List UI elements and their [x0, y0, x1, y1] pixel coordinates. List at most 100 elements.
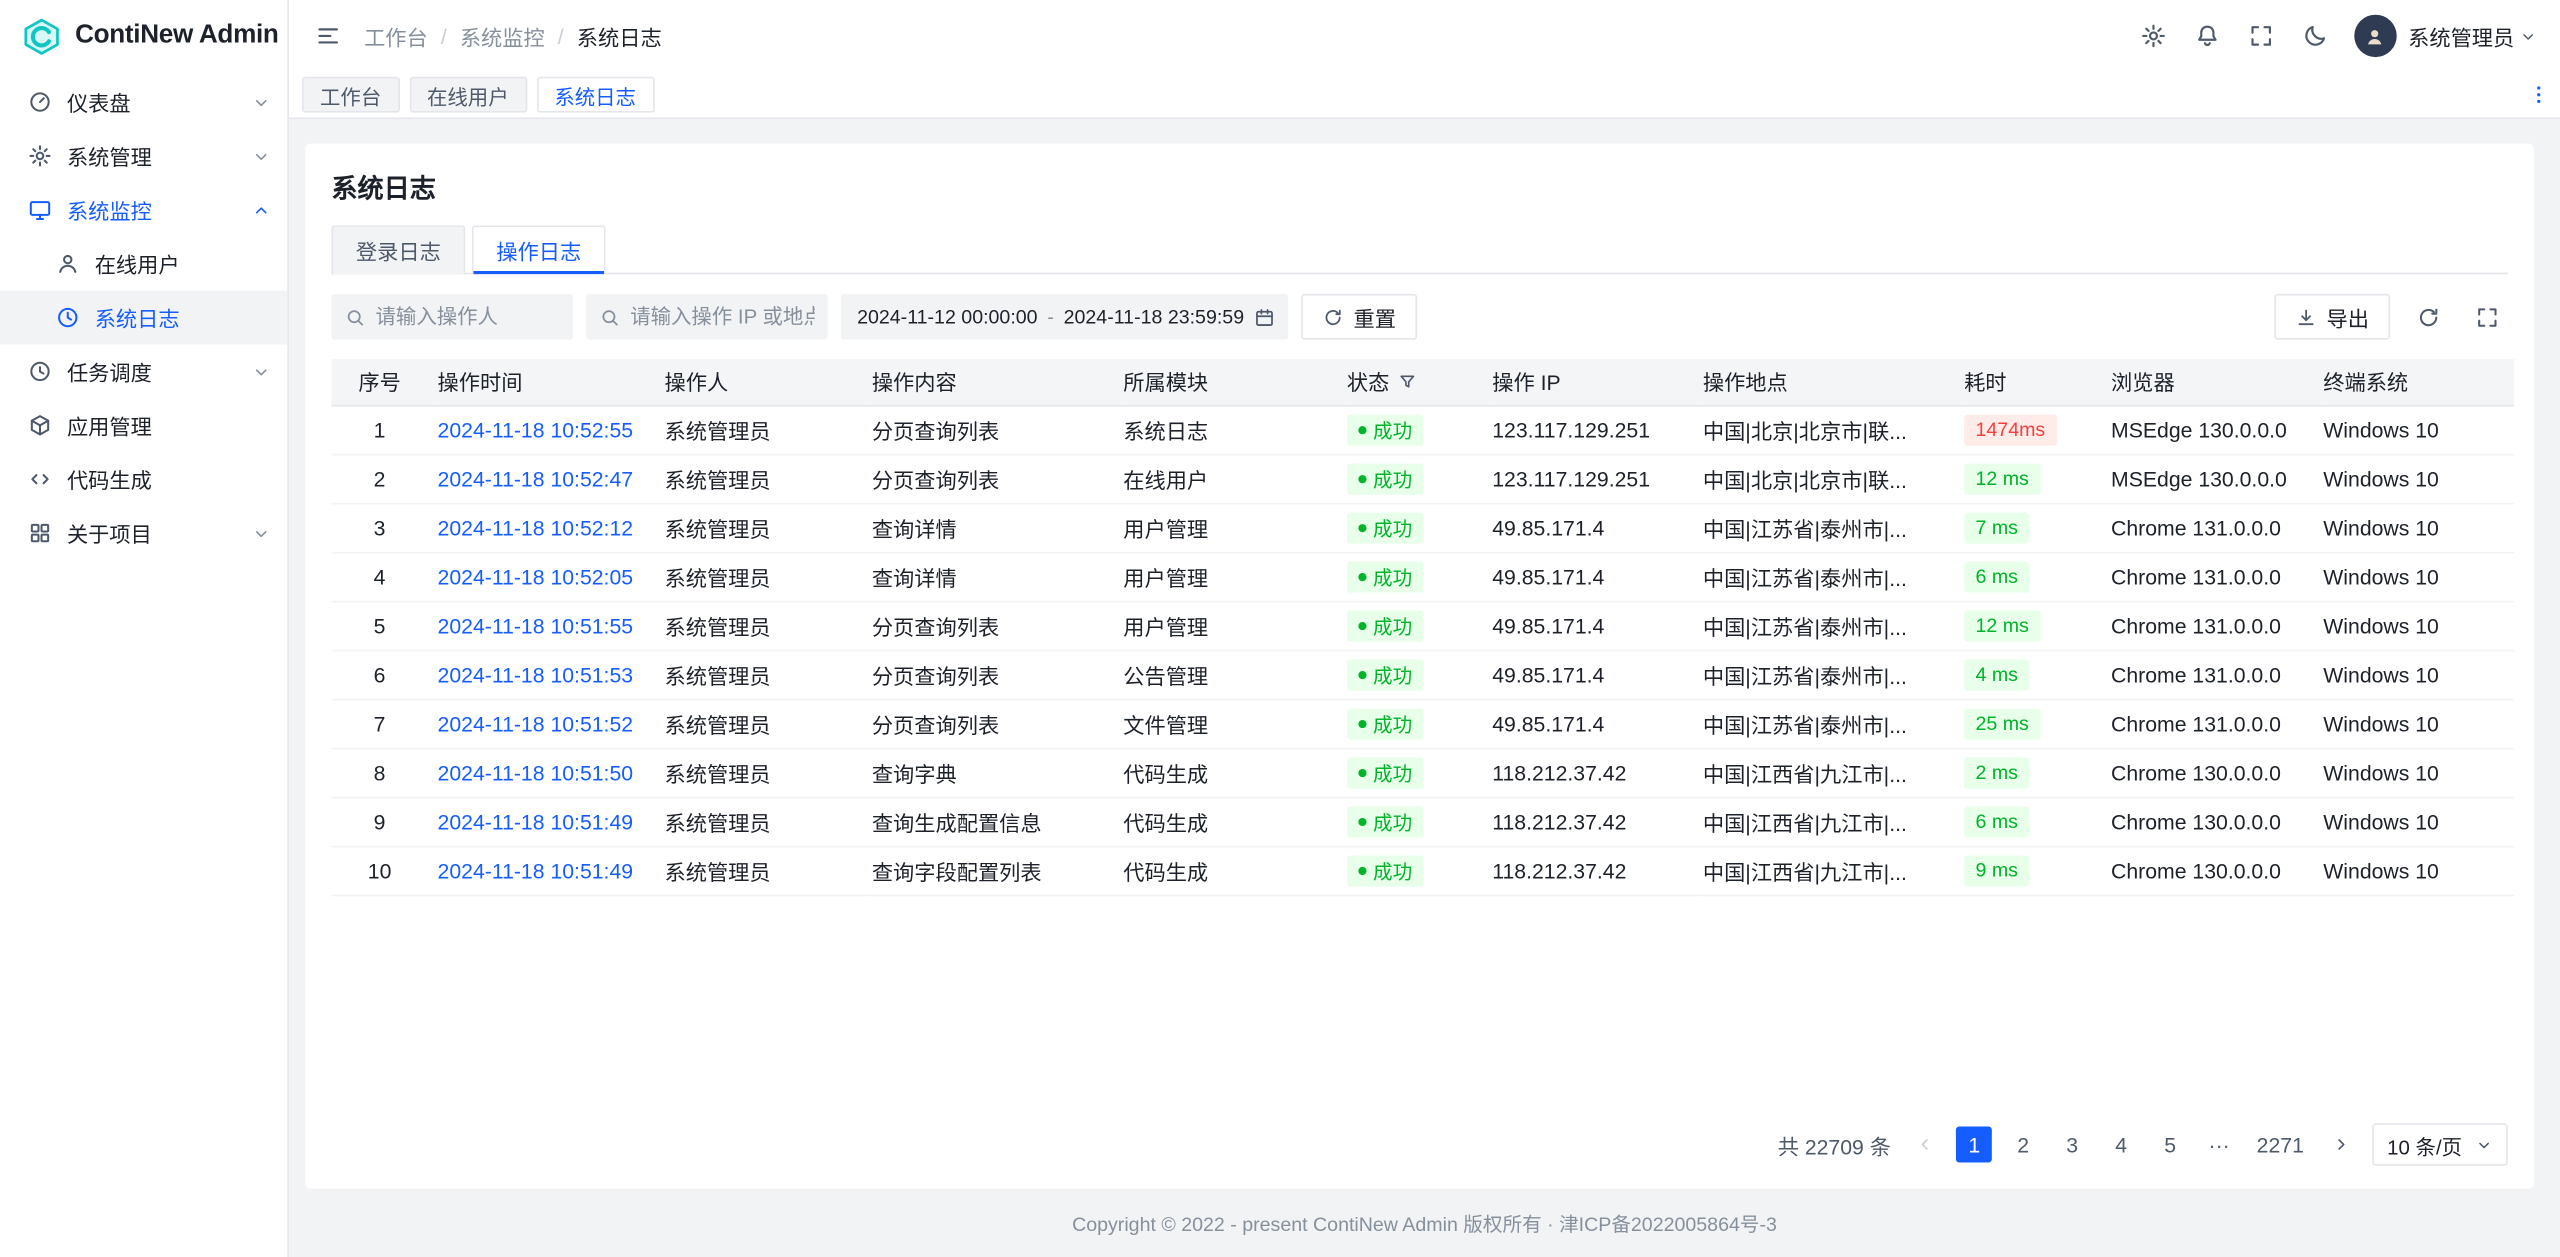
operation-time-link[interactable]: 2024-11-18 10:51:49 — [438, 809, 634, 833]
tab-actions-icon[interactable] — [2527, 83, 2550, 106]
ip-search-box[interactable] — [586, 294, 828, 340]
logo[interactable]: ContiNew Admin — [0, 0, 287, 72]
status-dot — [1358, 572, 1366, 580]
log-tab-1[interactable]: 操作日志 — [472, 225, 606, 274]
cell-content: 查询详情 — [872, 503, 1123, 552]
notifications-button[interactable] — [2186, 15, 2228, 57]
table-row: 72024-11-18 10:51:52系统管理员分页查询列表文件管理成功49.… — [331, 699, 2514, 748]
pagination-page-1[interactable]: 1 — [1956, 1127, 1992, 1163]
export-button[interactable]: 导出 — [2274, 294, 2390, 340]
cell-os: Windows 10 — [2323, 650, 2514, 699]
menu-collapse-button[interactable] — [309, 16, 348, 55]
sidebar-item-about-project[interactable]: 关于项目 — [0, 506, 287, 560]
settings-button[interactable] — [2132, 15, 2174, 57]
fullscreen-button[interactable] — [2240, 15, 2282, 57]
sidebar-item-system-monitor[interactable]: 系统监控 — [0, 183, 287, 237]
status-badge: 成功 — [1347, 512, 1424, 543]
sidebar-item-label: 系统日志 — [95, 302, 271, 333]
pagination-page-3[interactable]: 3 — [2054, 1127, 2090, 1163]
status-badge: 成功 — [1347, 463, 1424, 494]
user-menu[interactable]: 系统管理员 — [2408, 20, 2537, 51]
export-label: 导出 — [2327, 301, 2369, 332]
cell-content: 分页查询列表 — [872, 601, 1123, 650]
cell-browser: MSEdge 130.0.0.0 — [2111, 454, 2323, 503]
app-window: ContiNew Admin 仪表盘系统管理系统监控在线用户系统日志任务调度应用… — [0, 0, 2560, 1257]
pagination-page-2[interactable]: 2 — [2005, 1127, 2041, 1163]
pagination-page-5[interactable]: 5 — [2152, 1127, 2188, 1163]
sidebar-item-system-logs[interactable]: 系统日志 — [0, 291, 287, 345]
search-icon — [344, 306, 365, 327]
log-tab-0[interactable]: 登录日志 — [331, 225, 465, 274]
history-icon — [56, 305, 80, 329]
operator-search-input[interactable] — [376, 305, 560, 328]
chevron-right-icon — [2332, 1135, 2352, 1155]
operation-time-link[interactable]: 2024-11-18 10:51:52 — [438, 711, 634, 735]
sidebar-item-app-management[interactable]: 应用管理 — [0, 398, 287, 452]
pagination-prev-button[interactable] — [1907, 1127, 1943, 1163]
column-header: 序号 — [331, 359, 437, 405]
cell-content: 分页查询列表 — [872, 405, 1123, 454]
operation-log-table: 序号操作时间操作人操作内容所属模块状态操作 IP操作地点耗时浏览器终端系统 12… — [331, 359, 2514, 895]
nav-tab-2[interactable]: 系统日志 — [536, 77, 654, 113]
operator-search-box[interactable] — [331, 294, 573, 340]
page-size-select[interactable]: 10 条/页 — [2372, 1123, 2507, 1165]
sidebar-item-code-generation[interactable]: 代码生成 — [0, 452, 287, 506]
cell-status: 成功 — [1347, 405, 1492, 454]
nav-tab-1[interactable]: 在线用户 — [409, 77, 527, 113]
cell-browser: Chrome 131.0.0.0 — [2111, 650, 2323, 699]
cell-operator: 系统管理员 — [664, 797, 871, 846]
operation-time-link[interactable]: 2024-11-18 10:52:47 — [438, 466, 634, 490]
sidebar-item-task-schedule[interactable]: 任务调度 — [0, 344, 287, 398]
pagination: 共 22709 条12345···227110 条/页 — [331, 1123, 2507, 1165]
content: 系统日志 登录日志操作日志 2024-11-12 00:00:00 - 20 — [289, 119, 2560, 1257]
pagination-page-2271[interactable]: 2271 — [2250, 1127, 2310, 1163]
cell-content: 查询生成配置信息 — [872, 797, 1123, 846]
cell-location: 中国|江西省|九江市|... — [1703, 797, 1964, 846]
cell-module: 用户管理 — [1123, 552, 1347, 601]
nav-tab-0[interactable]: 工作台 — [302, 77, 399, 113]
footer-copyright: Copyright © 2022 - present ContiNew Admi… — [289, 1189, 2560, 1257]
operation-time-link[interactable]: 2024-11-18 10:52:12 — [438, 515, 634, 539]
table-refresh-button[interactable] — [2407, 296, 2449, 338]
tab-strip: 工作台在线用户系统日志 — [289, 72, 2560, 119]
dark-mode-button[interactable] — [2294, 15, 2336, 57]
cell-duration: 6 ms — [1964, 797, 2111, 846]
breadcrumb-item[interactable]: 工作台 — [364, 20, 428, 51]
operation-time-link[interactable]: 2024-11-18 10:52:05 — [438, 564, 634, 588]
column-header: 耗时 — [1964, 359, 2111, 405]
operation-time-link[interactable]: 2024-11-18 10:52:55 — [438, 417, 634, 441]
chevron-down-icon — [251, 92, 271, 112]
duration-badge: 4 ms — [1964, 659, 2029, 690]
reset-button[interactable]: 重置 — [1301, 294, 1417, 340]
cell-index: 9 — [331, 797, 437, 846]
avatar[interactable] — [2354, 15, 2396, 57]
table-row: 82024-11-18 10:51:50系统管理员查询字典代码生成成功118.2… — [331, 748, 2514, 797]
cell-location: 中国|江西省|九江市|... — [1703, 748, 1964, 797]
operation-time-link[interactable]: 2024-11-18 10:51:53 — [438, 662, 634, 686]
cell-ip: 123.117.129.251 — [1492, 454, 1703, 503]
funnel-icon[interactable] — [1398, 372, 1418, 392]
table-row: 12024-11-18 10:52:55系统管理员分页查询列表系统日志成功123… — [331, 405, 2514, 454]
operation-time-link[interactable]: 2024-11-18 10:51:49 — [438, 858, 634, 882]
log-tabs: 登录日志操作日志 — [331, 225, 2507, 274]
cell-content: 分页查询列表 — [872, 454, 1123, 503]
operation-time-link[interactable]: 2024-11-18 10:51:55 — [438, 613, 634, 637]
operation-time-link[interactable]: 2024-11-18 10:51:50 — [438, 760, 634, 784]
cell-status: 成功 — [1347, 846, 1492, 895]
table-row: 42024-11-18 10:52:05系统管理员查询详情用户管理成功49.85… — [331, 552, 2514, 601]
breadcrumb-item[interactable]: 系统监控 — [460, 20, 545, 51]
pagination-ellipsis[interactable]: ··· — [2201, 1127, 2237, 1163]
ip-search-input[interactable] — [630, 305, 814, 328]
cell-duration: 25 ms — [1964, 699, 2111, 748]
cell-module: 用户管理 — [1123, 601, 1347, 650]
cell-browser: Chrome 131.0.0.0 — [2111, 601, 2323, 650]
date-range-picker[interactable]: 2024-11-12 00:00:00 - 2024-11-18 23:59:5… — [841, 294, 1288, 340]
refresh-icon — [1322, 306, 1343, 327]
sidebar-item-online-users[interactable]: 在线用户 — [0, 237, 287, 291]
status-badge: 成功 — [1347, 757, 1424, 788]
pagination-page-4[interactable]: 4 — [2103, 1127, 2139, 1163]
sidebar-item-dashboard[interactable]: 仪表盘 — [0, 75, 287, 129]
pagination-next-button[interactable] — [2323, 1127, 2359, 1163]
table-fullscreen-button[interactable] — [2465, 296, 2507, 338]
sidebar-item-system-management[interactable]: 系统管理 — [0, 129, 287, 183]
